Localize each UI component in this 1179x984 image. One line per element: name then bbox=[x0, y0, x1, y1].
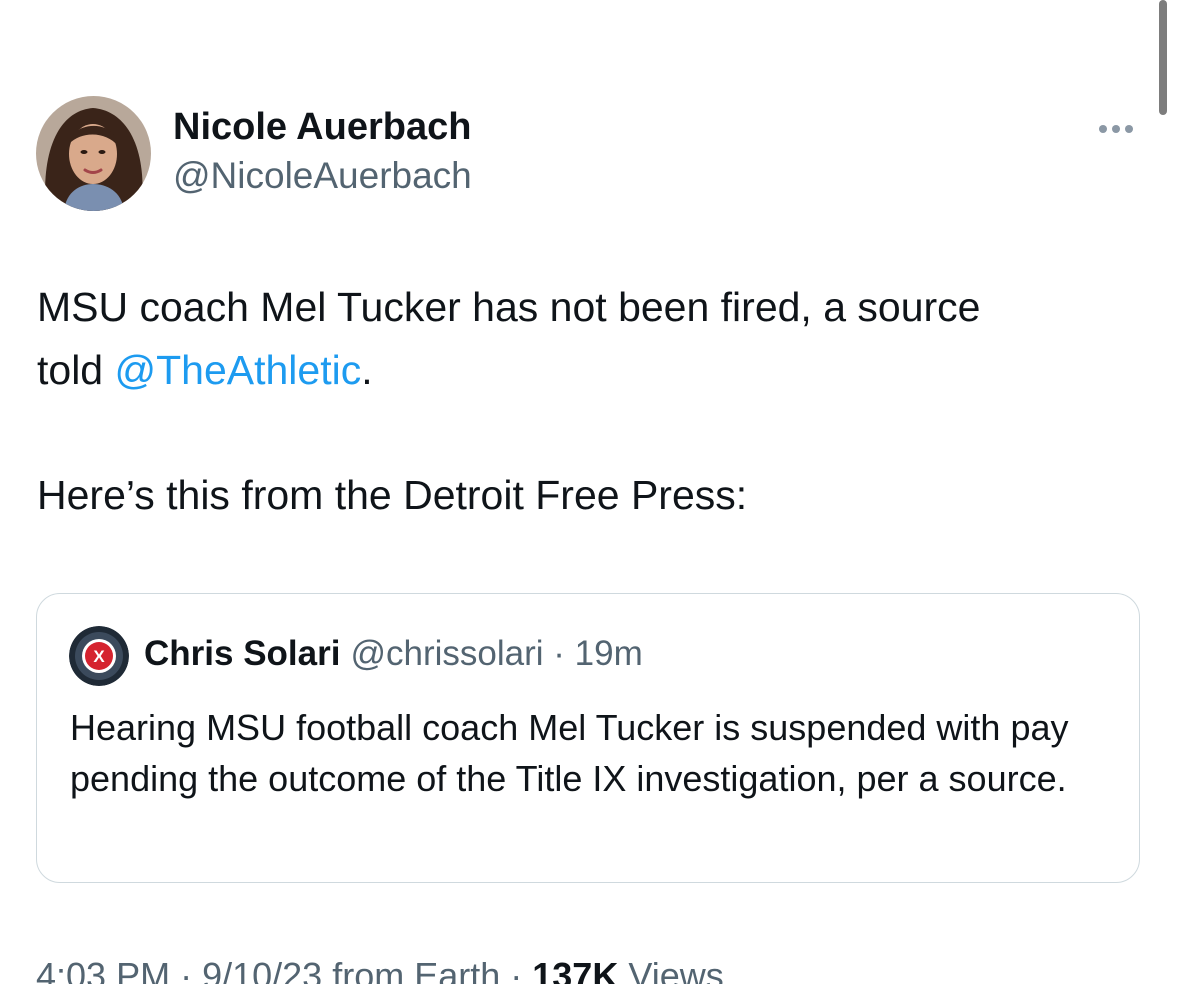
tweet-text-line: MSU coach Mel Tucker has not been fired,… bbox=[37, 284, 981, 330]
views-label: Views bbox=[628, 955, 724, 984]
tweet-time[interactable]: 4:03 PM bbox=[36, 955, 170, 984]
views-count: 137K bbox=[532, 955, 619, 984]
quoted-timestamp[interactable]: 19m bbox=[575, 634, 643, 673]
tweet-source: from Earth bbox=[332, 955, 501, 984]
tweet-metadata: 4:03 PM · 9/10/23 from Earth · 137K View… bbox=[36, 955, 724, 984]
quoted-tweet-card[interactable]: X Chris Solari @chrissolari · 19m Hearing… bbox=[36, 593, 1140, 883]
quoted-author-handle[interactable]: @chrissolari bbox=[350, 634, 543, 673]
more-dot-icon bbox=[1125, 125, 1133, 133]
meta-separator: · bbox=[170, 955, 203, 984]
scrollbar[interactable] bbox=[1159, 0, 1167, 115]
quoted-tweet-header: Chris Solari @chrissolari · 19m bbox=[144, 634, 643, 674]
author-avatar-image bbox=[36, 96, 151, 211]
tweet-text-prefix: told bbox=[37, 347, 115, 393]
mention-link[interactable]: @TheAthletic bbox=[115, 347, 362, 393]
tweet-text-line: told @TheAthletic. bbox=[37, 346, 373, 395]
quoted-tweet-text: Hearing MSU football coach Mel Tucker is… bbox=[70, 707, 1069, 799]
author-name[interactable]: Nicole Auerbach bbox=[173, 106, 471, 149]
quoted-separator: · bbox=[543, 634, 575, 673]
meta-separator: · bbox=[500, 955, 533, 984]
quoted-author-avatar[interactable]: X bbox=[69, 626, 129, 686]
tweet-text-line: Here’s this from the Detroit Free Press: bbox=[37, 472, 748, 518]
more-options-icon[interactable] bbox=[1090, 115, 1142, 143]
more-dot-icon bbox=[1099, 125, 1107, 133]
author-avatar[interactable] bbox=[36, 96, 151, 211]
more-dot-icon bbox=[1112, 125, 1120, 133]
tweet-text-suffix: . bbox=[361, 347, 373, 393]
quoted-avatar-image: X bbox=[69, 626, 129, 686]
author-handle[interactable]: @NicoleAuerbach bbox=[173, 155, 472, 197]
tweet-page: Nicole Auerbach @NicoleAuerbach MSU coac… bbox=[0, 0, 1179, 984]
quoted-author-name[interactable]: Chris Solari bbox=[144, 634, 340, 673]
quoted-avatar-letter: X bbox=[93, 647, 105, 666]
tweet-date[interactable]: 9/10/23 bbox=[202, 955, 322, 984]
